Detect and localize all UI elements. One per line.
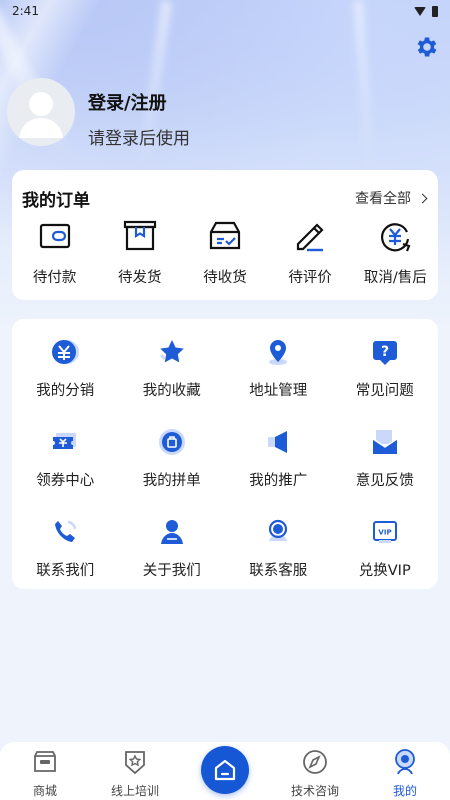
svg-text:?: ?: [381, 344, 389, 360]
service-favorites[interactable]: 我的收藏: [119, 337, 226, 427]
services-grid: 我的分销 我的收藏 地址管理 ? 常见问题 领券中心 我的拼单 我的推广 意见反…: [12, 337, 438, 607]
phone-icon: [50, 517, 80, 547]
order-pending-shipment[interactable]: 待发货: [97, 218, 182, 287]
tab-online-training[interactable]: 线上培训: [90, 742, 180, 800]
view-all-orders-link[interactable]: 查看全部: [355, 188, 428, 208]
refund-icon: [381, 223, 411, 252]
service-group-orders[interactable]: 我的拼单: [119, 427, 226, 517]
shopping-bag-icon: [157, 427, 187, 457]
home-icon: [214, 759, 236, 781]
order-pending-receipt[interactable]: 待收货: [182, 218, 267, 287]
wifi-icon: [414, 6, 426, 16]
svg-text:VIP: VIP: [378, 529, 391, 537]
service-customer-support[interactable]: 联系客服: [225, 517, 332, 607]
order-label: 待评价: [288, 270, 332, 286]
home-button[interactable]: [201, 746, 249, 794]
mail-icon: [370, 427, 400, 457]
service-label: 地址管理: [249, 383, 308, 399]
person-icon: [157, 517, 187, 547]
star-icon: [157, 337, 187, 367]
service-feedback[interactable]: 意见反馈: [332, 427, 439, 517]
order-label: 取消/售后: [363, 270, 427, 286]
chevron-right-icon: [417, 193, 428, 203]
service-promotion[interactable]: 我的推广: [225, 427, 332, 517]
compass-icon: [303, 750, 327, 774]
service-label: 意见反馈: [355, 473, 414, 489]
tab-tech-consult[interactable]: 技术咨询: [270, 742, 360, 800]
profile-icon: [395, 749, 415, 775]
service-faq[interactable]: ? 常见问题: [332, 337, 439, 427]
service-label: 我的收藏: [142, 383, 201, 399]
order-pending-payment[interactable]: 待付款: [12, 218, 97, 287]
order-status-row: 待付款 待发货 待收货 待评价 取消/售后: [12, 218, 438, 287]
badge-star-icon: [125, 751, 145, 775]
order-label: 待付款: [32, 270, 77, 286]
orders-title: 我的订单: [22, 191, 90, 211]
service-label: 我的分销: [36, 383, 95, 399]
status-time: 2:41: [12, 4, 39, 18]
vip-icon: VIP: [370, 517, 400, 547]
megaphone-icon: [263, 427, 293, 457]
order-label: 待发货: [118, 270, 162, 286]
service-about-us[interactable]: 关于我们: [119, 517, 226, 607]
service-contact-us[interactable]: 联系我们: [12, 517, 119, 607]
delivery-box-icon: [209, 221, 241, 250]
tab-label: 商城: [32, 784, 57, 798]
service-label: 联系客服: [249, 563, 308, 579]
service-redeem-vip[interactable]: VIP 兑换VIP: [332, 517, 439, 607]
shop-icon: [34, 751, 56, 772]
settings-gear-icon[interactable]: [414, 34, 440, 60]
login-register-link[interactable]: 登录/注册: [88, 89, 167, 115]
service-address[interactable]: 地址管理: [225, 337, 332, 427]
service-label: 我的推广: [249, 473, 308, 489]
box-icon: [123, 220, 156, 251]
tab-label: 我的: [392, 784, 417, 798]
battery-icon: [432, 5, 438, 17]
pen-icon: [297, 223, 324, 252]
tab-shop[interactable]: 商城: [0, 742, 90, 800]
services-card: 我的分销 我的收藏 地址管理 ? 常见问题 领券中心 我的拼单 我的推广 意见反…: [12, 319, 438, 589]
service-label: 我的拼单: [142, 473, 201, 489]
tab-mine[interactable]: 我的: [360, 742, 450, 800]
orders-card: 我的订单 查看全部 待付款 待发货 待收货 待评价 取消/售后: [12, 170, 438, 300]
tab-label: 线上培训: [110, 784, 159, 798]
status-bar: 2:41: [0, 0, 450, 22]
yuan-coin-icon: [50, 337, 80, 367]
service-label: 联系我们: [36, 563, 95, 579]
wallet-icon: [39, 223, 70, 249]
order-label: 待收货: [203, 270, 247, 286]
order-pending-review[interactable]: 待评价: [268, 218, 353, 287]
question-icon: ?: [370, 337, 400, 367]
location-pin-icon: [263, 337, 293, 367]
service-label: 关于我们: [142, 563, 201, 579]
order-cancel-aftersale[interactable]: 取消/售后: [353, 218, 438, 287]
customer-service-icon: [263, 517, 293, 547]
service-label: 领券中心: [36, 473, 95, 489]
tab-label: 技术咨询: [290, 784, 339, 798]
coupon-icon: [50, 427, 80, 457]
login-hint: 请登录后使用: [88, 129, 190, 149]
view-all-label: 查看全部: [355, 191, 411, 207]
service-distribution[interactable]: 我的分销: [12, 337, 119, 427]
service-coupons[interactable]: 领券中心: [12, 427, 119, 517]
service-label: 兑换VIP: [358, 563, 411, 579]
service-label: 常见问题: [355, 383, 414, 399]
avatar[interactable]: [7, 78, 75, 146]
